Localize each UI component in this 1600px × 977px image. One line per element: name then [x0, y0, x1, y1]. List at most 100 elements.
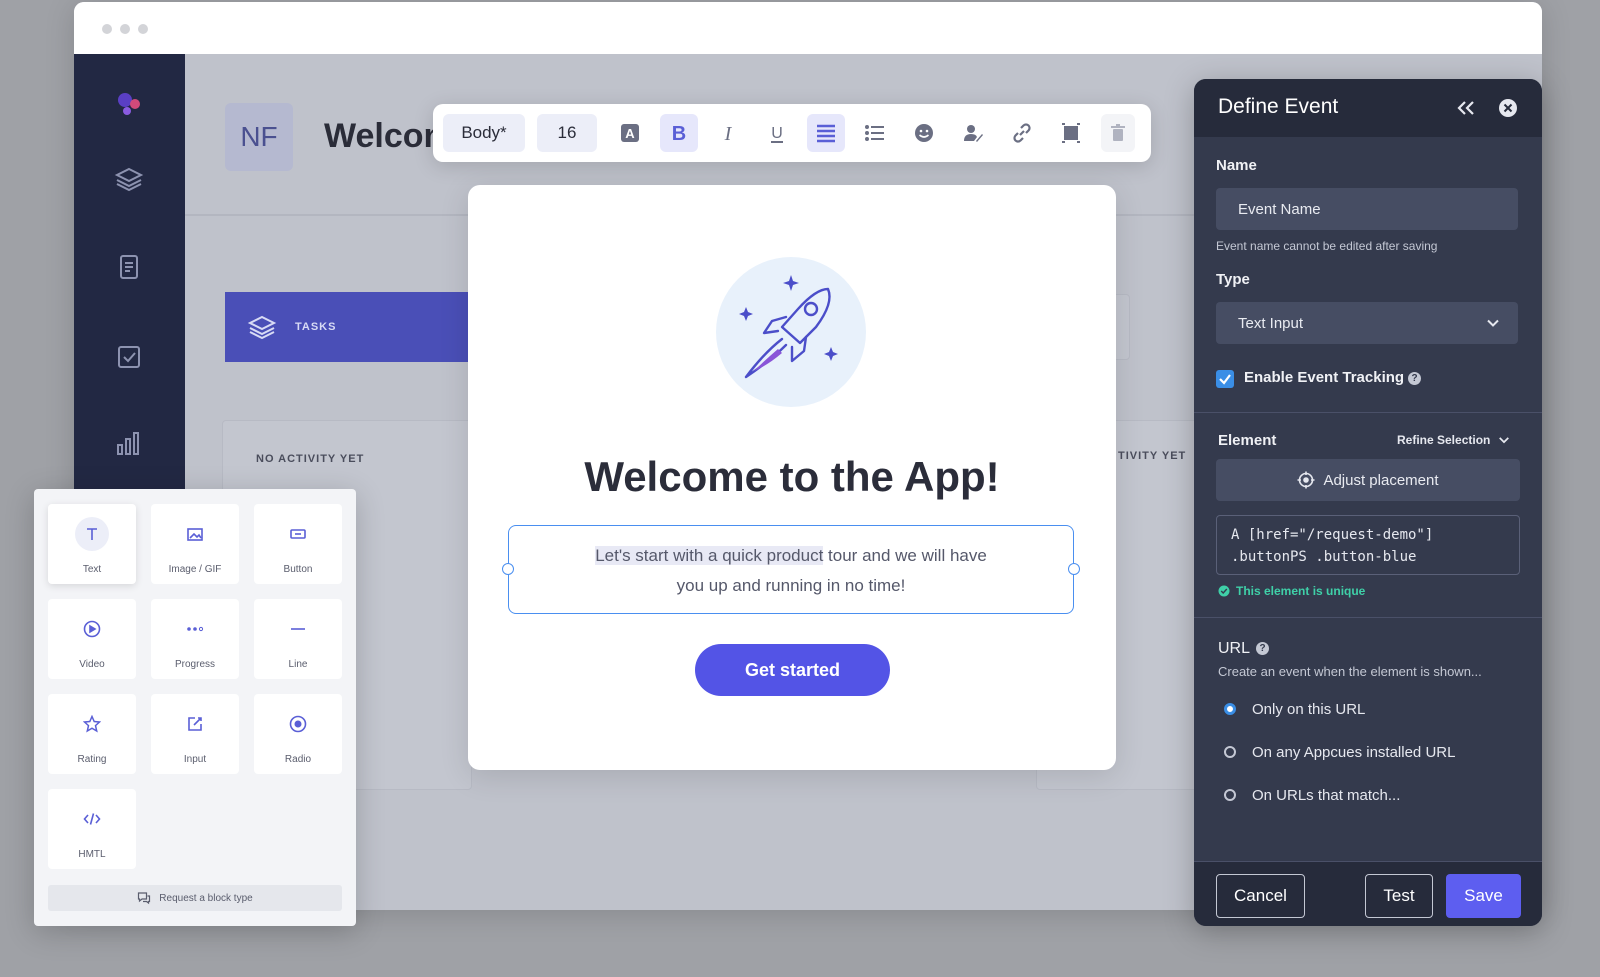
layers-icon [247, 312, 277, 342]
logo-icon[interactable] [114, 90, 144, 120]
check-icon [1219, 374, 1231, 385]
element-label: Element [1218, 432, 1277, 449]
selector-field[interactable]: A [href="/request-demo"] .buttonPS .butt… [1216, 515, 1520, 575]
request-block-button[interactable]: Request a block type [48, 885, 342, 911]
cancel-button[interactable]: Cancel [1216, 874, 1305, 918]
button-icon [281, 517, 315, 551]
personalize-icon[interactable] [954, 114, 992, 152]
block-label: Input [183, 754, 207, 765]
window-dot [120, 24, 130, 34]
block-progress[interactable]: Progress [151, 599, 239, 679]
refine-label: Refine Selection [1397, 433, 1491, 447]
line-icon [281, 612, 315, 646]
url-option-any[interactable]: On any Appcues installed URL [1224, 742, 1455, 762]
tracking-label[interactable]: Enable Event Tracking [1244, 369, 1404, 386]
name-hint: Event name cannot be edited after saving [1216, 239, 1438, 253]
text-block-editor[interactable]: Let's start with a quick product tour an… [502, 525, 1080, 614]
event-name-input[interactable]: Event Name [1216, 188, 1518, 230]
text-color-icon[interactable]: A [611, 114, 649, 152]
block-label: Line [288, 659, 308, 670]
close-icon[interactable] [1498, 98, 1518, 118]
check-circle-icon [1218, 585, 1230, 597]
text-style-select[interactable]: Body* [443, 114, 525, 152]
block-html[interactable]: HMTL [48, 789, 136, 869]
panel-title: Define Event [1218, 95, 1339, 118]
rocket-icon [739, 275, 838, 379]
block-label: Rating [77, 754, 107, 765]
bold-icon[interactable]: B [660, 114, 698, 152]
image-block-icon[interactable] [1052, 114, 1090, 152]
tasks-tab[interactable]: TASKS [225, 292, 475, 362]
crosshair-icon [1297, 471, 1315, 489]
unique-status: This element is unique [1218, 584, 1365, 598]
svg-text:B: B [672, 123, 686, 144]
panel-footer: Cancel Test Save [1194, 861, 1542, 926]
block-text[interactable]: Text [48, 504, 136, 584]
help-icon[interactable]: ? [1256, 642, 1269, 655]
radio-icon [281, 707, 315, 741]
modal-title: Welcome to the App! [584, 453, 1000, 500]
block-image[interactable]: Image / GIF [151, 504, 239, 584]
selector-line: A [href="/request-demo"] [1231, 527, 1434, 543]
refine-selection-dropdown[interactable]: Refine Selection [1397, 433, 1510, 447]
unique-label: This element is unique [1236, 584, 1366, 598]
align-center-icon[interactable] [807, 114, 845, 152]
chevron-down-icon [1487, 319, 1499, 327]
block-label: Radio [284, 754, 312, 765]
resize-handle-right[interactable] [1068, 563, 1080, 575]
chat-icon [138, 892, 151, 905]
no-activity-label: TIVITY YET [1118, 450, 1187, 462]
image-icon [178, 517, 212, 551]
welcome-modal: Welcome to the App! Let's start with a q… [468, 185, 1116, 770]
url-option-label: Only on this URL [1252, 700, 1366, 718]
block-video[interactable]: Video [48, 599, 136, 679]
collapse-icon[interactable] [1454, 96, 1478, 120]
document-icon[interactable] [114, 252, 144, 282]
italic-icon[interactable]: I [709, 114, 747, 152]
url-option-match[interactable]: On URLs that match... [1224, 785, 1400, 805]
block-button[interactable]: Button [254, 504, 342, 584]
get-started-button[interactable]: Get started [695, 644, 890, 696]
type-select[interactable]: Text Input [1216, 302, 1518, 344]
resize-handle-left[interactable] [502, 563, 514, 575]
underline-icon[interactable]: U [758, 114, 796, 152]
adjust-placement-button[interactable]: Adjust placement [1216, 459, 1520, 501]
avatar[interactable]: NF [225, 103, 293, 171]
radio-icon [1224, 746, 1236, 758]
url-option-this[interactable]: Only on this URL [1224, 699, 1365, 719]
tracking-checkbox[interactable] [1216, 370, 1234, 388]
section-divider [1194, 412, 1542, 413]
help-icon[interactable]: ? [1408, 372, 1421, 385]
block-input[interactable]: Input [151, 694, 239, 774]
checkbox-icon[interactable] [114, 342, 144, 372]
block-rating[interactable]: Rating [48, 694, 136, 774]
radio-icon [1224, 789, 1236, 801]
window-dot [138, 24, 148, 34]
name-label: Name [1216, 157, 1257, 174]
format-toolbar: Body* 16 A B I U [433, 104, 1151, 162]
text-line-1: Let's start with a quick product tour an… [509, 541, 1073, 571]
emoji-icon[interactable] [905, 114, 943, 152]
chart-icon[interactable] [114, 428, 144, 458]
delete-icon[interactable] [1101, 114, 1135, 152]
block-palette: Text Image / GIF Button Video Progress L… [34, 489, 356, 926]
font-size-select[interactable]: 16 [537, 114, 597, 152]
panel-header: Define Event [1194, 79, 1542, 137]
bulleted-list-icon[interactable] [856, 114, 894, 152]
block-radio[interactable]: Radio [254, 694, 342, 774]
layers-icon[interactable] [114, 164, 144, 194]
block-label: HMTL [78, 849, 106, 860]
url-hint: Create an event when the element is show… [1218, 664, 1482, 679]
block-line[interactable]: Line [254, 599, 342, 679]
link-icon[interactable] [1003, 114, 1041, 152]
save-button[interactable]: Save [1446, 874, 1521, 918]
tasks-label: TASKS [295, 321, 337, 333]
radio-selected-icon [1224, 703, 1236, 715]
request-label: Request a block type [159, 892, 253, 904]
code-icon [75, 802, 109, 836]
body-text: tour and we will have [823, 546, 987, 565]
test-button[interactable]: Test [1365, 874, 1433, 918]
selected-text: Let's start with a quick product [595, 546, 824, 565]
selector-line: .buttonPS .button-blue [1231, 549, 1417, 565]
adjust-label: Adjust placement [1323, 471, 1439, 489]
